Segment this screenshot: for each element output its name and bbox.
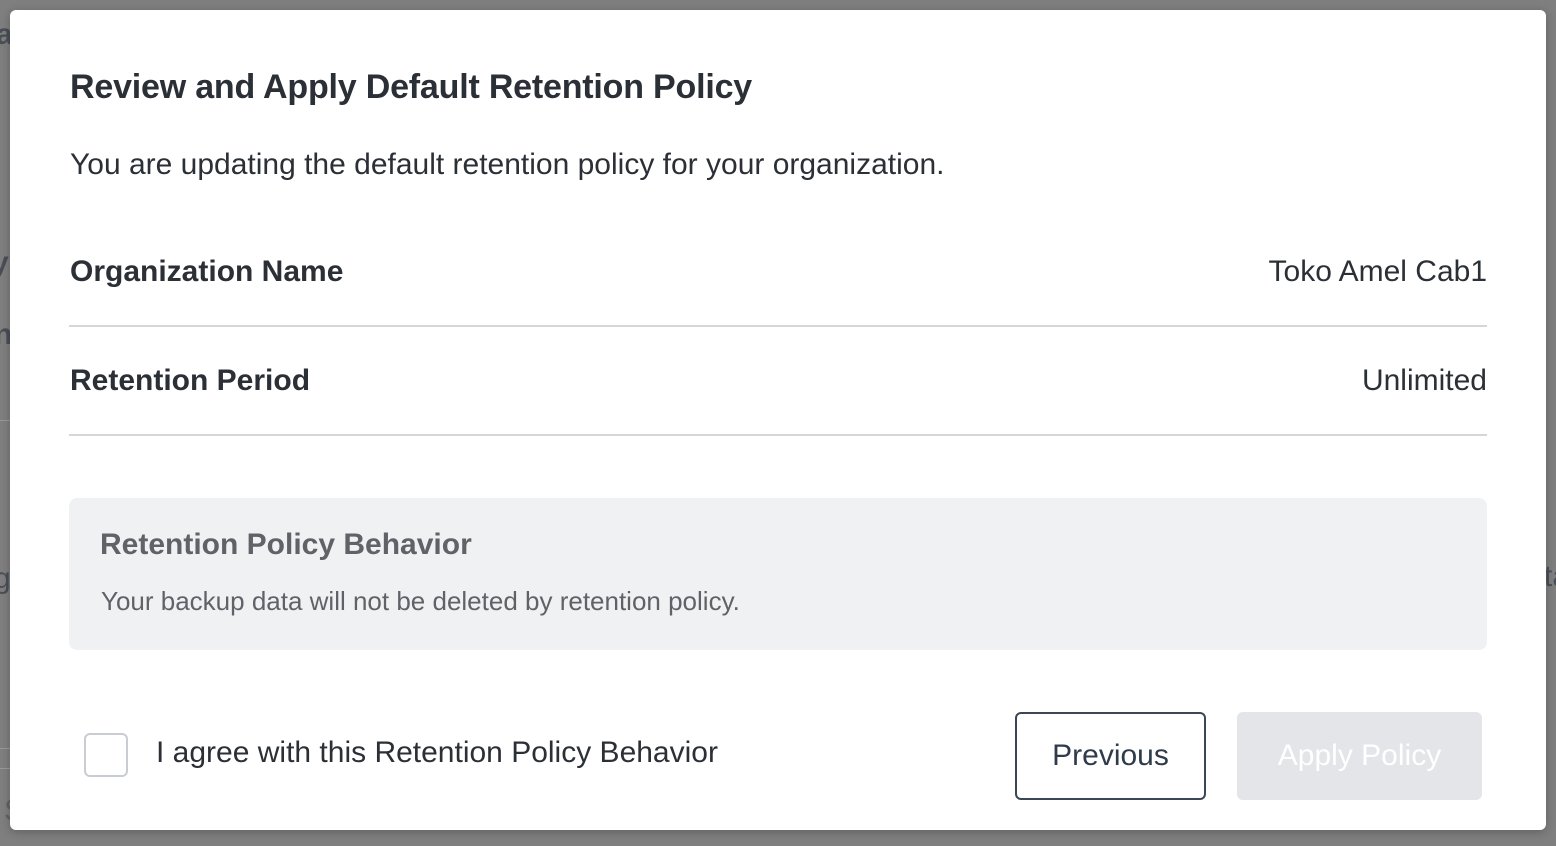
info-box-title: Retention Policy Behavior [100,528,472,561]
retention-policy-dialog: Review and Apply Default Retention Polic… [10,10,1546,830]
detail-label: Organization Name [70,255,344,288]
background-divider [0,420,10,421]
detail-row-organization-name: Organization Name Toko Amel Cab1 [69,219,1487,327]
dialog-title: Review and Apply Default Retention Polic… [70,68,752,106]
detail-label: Retention Period [70,364,311,397]
detail-row-retention-period: Retention Period Unlimited [69,328,1487,436]
background-divider [0,768,10,769]
apply-policy-button[interactable]: Apply Policy [1237,712,1482,800]
detail-value: Toko Amel Cab1 [1268,255,1487,288]
previous-button[interactable]: Previous [1015,712,1206,800]
dialog-subtitle: You are updating the default retention p… [70,148,945,181]
retention-behavior-info-box: Retention Policy Behavior Your backup da… [69,498,1487,650]
background-divider [0,748,10,749]
background-text-fragment: y [0,246,9,279]
agree-checkbox[interactable] [84,733,128,777]
agree-checkbox-label[interactable]: I agree with this Retention Policy Behav… [156,736,718,770]
detail-value: Unlimited [1361,364,1487,397]
info-box-description: Your backup data will not be deleted by … [101,586,740,616]
